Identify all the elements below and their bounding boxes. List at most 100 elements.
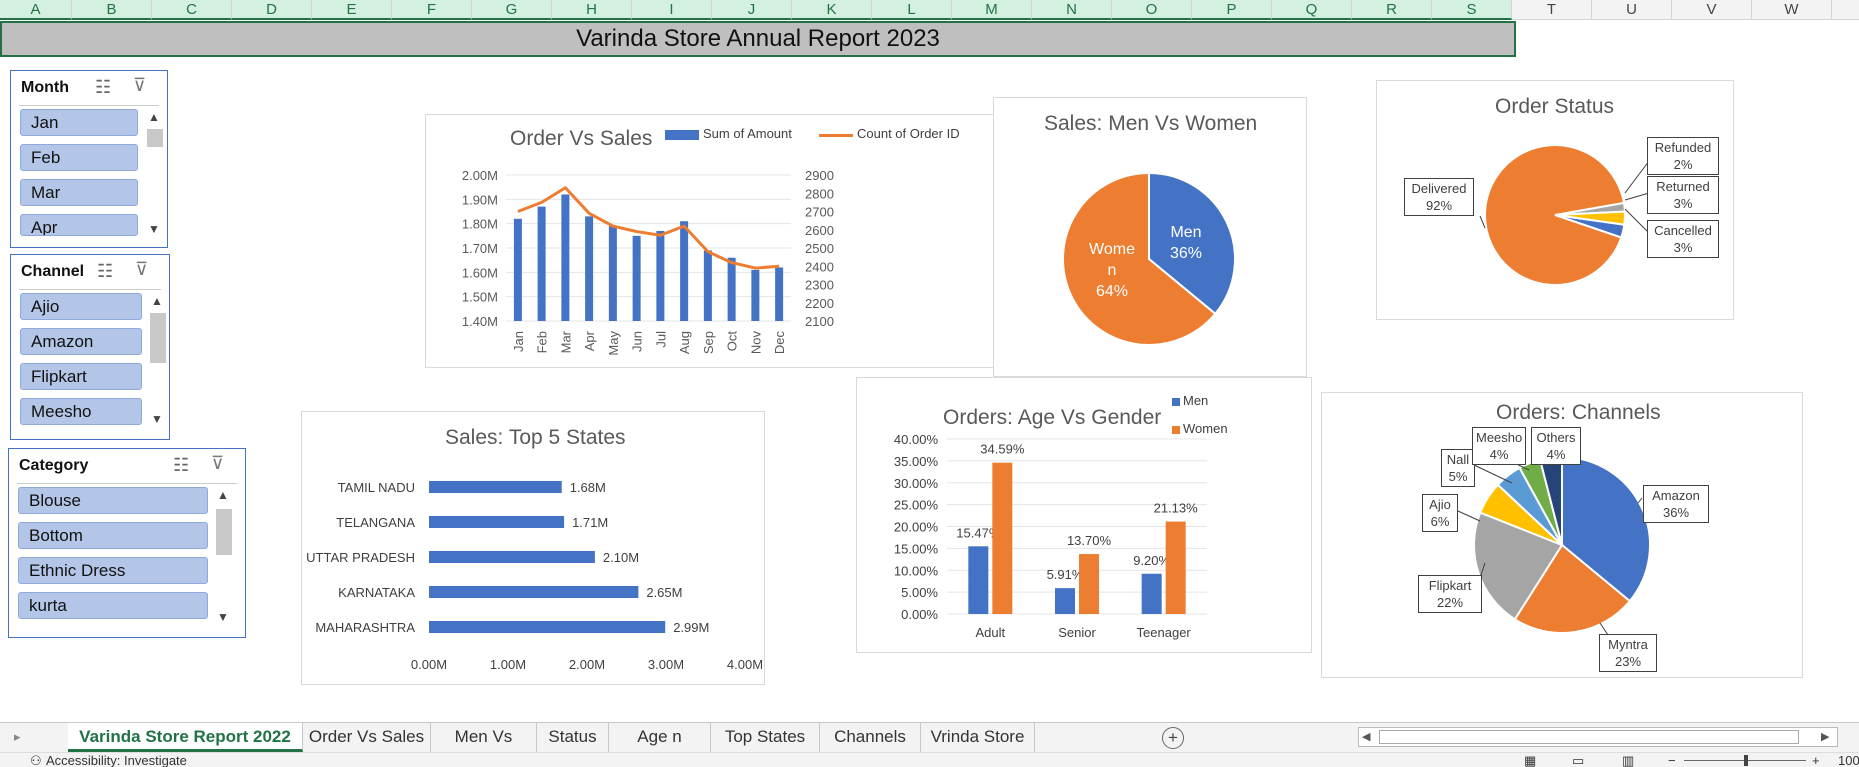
column-header-d[interactable]: D bbox=[232, 0, 312, 20]
callout-name: Meesho bbox=[1476, 430, 1523, 445]
plus-icon[interactable]: + bbox=[1162, 727, 1184, 749]
scrollbar-thumb[interactable] bbox=[1379, 730, 1799, 744]
zoom-in-icon[interactable]: + bbox=[1812, 753, 1820, 767]
zoom-slider-thumb[interactable] bbox=[1744, 755, 1748, 766]
tab-order-vs-sales[interactable]: Order Vs Sales bbox=[303, 723, 431, 752]
channels-chart[interactable]: Orders: Channels Amazon 36% Myntra 23% F… bbox=[1321, 392, 1803, 678]
slicer-item-meesho[interactable]: Meesho bbox=[20, 398, 142, 425]
x-tick-label: Dec bbox=[772, 331, 787, 355]
slicer-item-ethnic-dress[interactable]: Ethnic Dress bbox=[18, 557, 208, 584]
page-layout-icon[interactable]: ▭ bbox=[1572, 753, 1584, 767]
column-header-u[interactable]: U bbox=[1592, 0, 1672, 20]
slicer-item-ajio[interactable]: Ajio bbox=[20, 293, 142, 320]
men-vs-women-chart[interactable]: Sales: Men Vs Women Men 36% Wome n 64% bbox=[993, 97, 1307, 377]
scroll-down-icon[interactable]: ▼ bbox=[214, 609, 232, 625]
tab-scroll-icon[interactable]: ▸ bbox=[14, 729, 21, 745]
slicer-item-flipkart[interactable]: Flipkart bbox=[20, 363, 142, 390]
zoom-level[interactable]: 100 bbox=[1838, 753, 1859, 767]
x-tick-label: 3.00M bbox=[648, 657, 684, 672]
column-header-f[interactable]: F bbox=[392, 0, 472, 20]
scroll-up-icon[interactable]: ▲ bbox=[214, 487, 232, 503]
column-header-j[interactable]: J bbox=[712, 0, 792, 20]
tab-top-states[interactable]: Top States bbox=[711, 723, 820, 752]
scrollbar-thumb[interactable] bbox=[147, 129, 163, 147]
column-header-v[interactable]: V bbox=[1672, 0, 1752, 20]
column-header-k[interactable]: K bbox=[792, 0, 872, 20]
left-tick-label: 1.70M bbox=[462, 241, 498, 256]
slicer-item-bottom[interactable]: Bottom bbox=[18, 522, 208, 549]
clear-filter-icon[interactable]: ⊽ bbox=[135, 259, 148, 280]
column-header-r[interactable]: R bbox=[1352, 0, 1432, 20]
slicer-title: Channel bbox=[21, 263, 85, 280]
tab-channels[interactable]: Channels bbox=[820, 723, 921, 752]
slicer-item-amazon[interactable]: Amazon bbox=[20, 328, 142, 355]
x-tick-label: 4.00M bbox=[727, 657, 763, 672]
men-vs-women-pie: Men 36% Wome n 64% bbox=[1062, 171, 1236, 346]
column-header-c[interactable]: C bbox=[152, 0, 232, 20]
tab-vrinda-store[interactable]: Vrinda Store bbox=[921, 723, 1035, 752]
slicer-scrollbar[interactable]: ▲ ▼ bbox=[148, 293, 166, 427]
slicer-item-blouse[interactable]: Blouse bbox=[18, 487, 208, 514]
channel-slicer[interactable]: Channel ☷ ⊽ Ajio Amazon Flipkart Meesho … bbox=[10, 254, 170, 440]
scrollbar-thumb[interactable] bbox=[216, 509, 232, 555]
column-header-g[interactable]: G bbox=[472, 0, 552, 20]
month-slicer[interactable]: Month ☷ ⊽ Jan Feb Mar Apr ▲ ▼ bbox=[10, 70, 168, 248]
top-states-chart[interactable]: Sales: Top 5 States TAMIL NADU 1.68M TELAN… bbox=[301, 411, 765, 685]
column-header-l[interactable]: L bbox=[872, 0, 952, 20]
multi-select-icon[interactable]: ☷ bbox=[173, 455, 189, 476]
tab-varinda-store-report-2022[interactable]: Varinda Store Report 2022 bbox=[68, 723, 303, 752]
normal-view-icon[interactable]: ▦ bbox=[1524, 753, 1536, 767]
slicer-item-mar[interactable]: Mar bbox=[20, 179, 138, 206]
scroll-left-icon[interactable]: ◀ bbox=[1362, 730, 1370, 743]
report-title[interactable]: Varinda Store Annual Report 2023 bbox=[0, 21, 1516, 57]
column-header-n[interactable]: N bbox=[1032, 0, 1112, 20]
slicer-scrollbar[interactable]: ▲ ▼ bbox=[145, 109, 163, 237]
multi-select-icon[interactable]: ☷ bbox=[95, 77, 111, 98]
slicer-item-jan[interactable]: Jan bbox=[20, 109, 138, 136]
slicer-item-kurta[interactable]: kurta bbox=[18, 592, 208, 619]
callout-returned: Returned 3% bbox=[1647, 176, 1719, 214]
column-header-p[interactable]: P bbox=[1192, 0, 1272, 20]
column-header-a[interactable]: A bbox=[0, 0, 72, 20]
multi-select-icon[interactable]: ☷ bbox=[97, 261, 113, 282]
scroll-up-icon[interactable]: ▲ bbox=[145, 109, 163, 125]
scroll-down-icon[interactable]: ▼ bbox=[145, 221, 163, 237]
data-label: 2.65M bbox=[646, 585, 682, 600]
column-header-s[interactable]: S bbox=[1432, 0, 1512, 20]
column-header-b[interactable]: B bbox=[72, 0, 152, 20]
tab-status[interactable]: Status bbox=[537, 723, 609, 752]
column-header-m[interactable]: M bbox=[952, 0, 1032, 20]
column-header-e[interactable]: E bbox=[312, 0, 392, 20]
category-slicer[interactable]: Category ☷ ⊽ Blouse Bottom Ethnic Dress … bbox=[8, 448, 246, 638]
y-tick-label: KARNATAKA bbox=[338, 585, 415, 600]
column-header-q[interactable]: Q bbox=[1272, 0, 1352, 20]
scroll-down-icon[interactable]: ▼ bbox=[148, 411, 166, 427]
clear-filter-icon[interactable]: ⊽ bbox=[133, 75, 146, 96]
order-status-chart[interactable]: Order Status Delivered 92% Refunded 2% R… bbox=[1376, 80, 1734, 320]
x-tick-label: Adult bbox=[976, 625, 1006, 640]
scrollbar-thumb[interactable] bbox=[150, 313, 166, 363]
age-vs-gender-chart[interactable]: Orders: Age Vs Gender Men Women 40.00% 35… bbox=[856, 377, 1312, 653]
bar-women-adult bbox=[992, 462, 1013, 614]
accessibility-icon[interactable]: ⚇ bbox=[30, 753, 42, 767]
accessibility-status[interactable]: Accessibility: Investigate bbox=[46, 753, 187, 767]
scroll-right-icon[interactable]: ▶ bbox=[1821, 730, 1829, 743]
column-header-t[interactable]: T bbox=[1512, 0, 1592, 20]
slicer-item-feb[interactable]: Feb bbox=[20, 144, 138, 171]
callout-pct: 4% bbox=[1546, 447, 1566, 462]
zoom-out-icon[interactable]: − bbox=[1668, 753, 1676, 767]
clear-filter-icon[interactable]: ⊽ bbox=[211, 453, 224, 474]
order-vs-sales-chart[interactable]: Order Vs Sales Sum of Amount Count of Or… bbox=[425, 114, 995, 368]
tab-age-n-gender[interactable]: Age n Gender bbox=[609, 723, 711, 767]
bar-may bbox=[608, 226, 617, 321]
column-header-o[interactable]: O bbox=[1112, 0, 1192, 20]
horizontal-scrollbar[interactable]: ◀ ▶ bbox=[1358, 727, 1838, 747]
column-header-h[interactable]: H bbox=[552, 0, 632, 20]
scroll-up-icon[interactable]: ▲ bbox=[148, 293, 166, 309]
page-break-icon[interactable]: ▥ bbox=[1622, 753, 1634, 767]
column-header-i[interactable]: I bbox=[632, 0, 712, 20]
slicer-scrollbar[interactable]: ▲ ▼ bbox=[214, 487, 232, 625]
column-header-w[interactable]: W bbox=[1752, 0, 1832, 20]
tab-men-vs-women[interactable]: Men Vs Women bbox=[431, 723, 537, 767]
slicer-item-apr[interactable]: Apr bbox=[20, 214, 138, 236]
